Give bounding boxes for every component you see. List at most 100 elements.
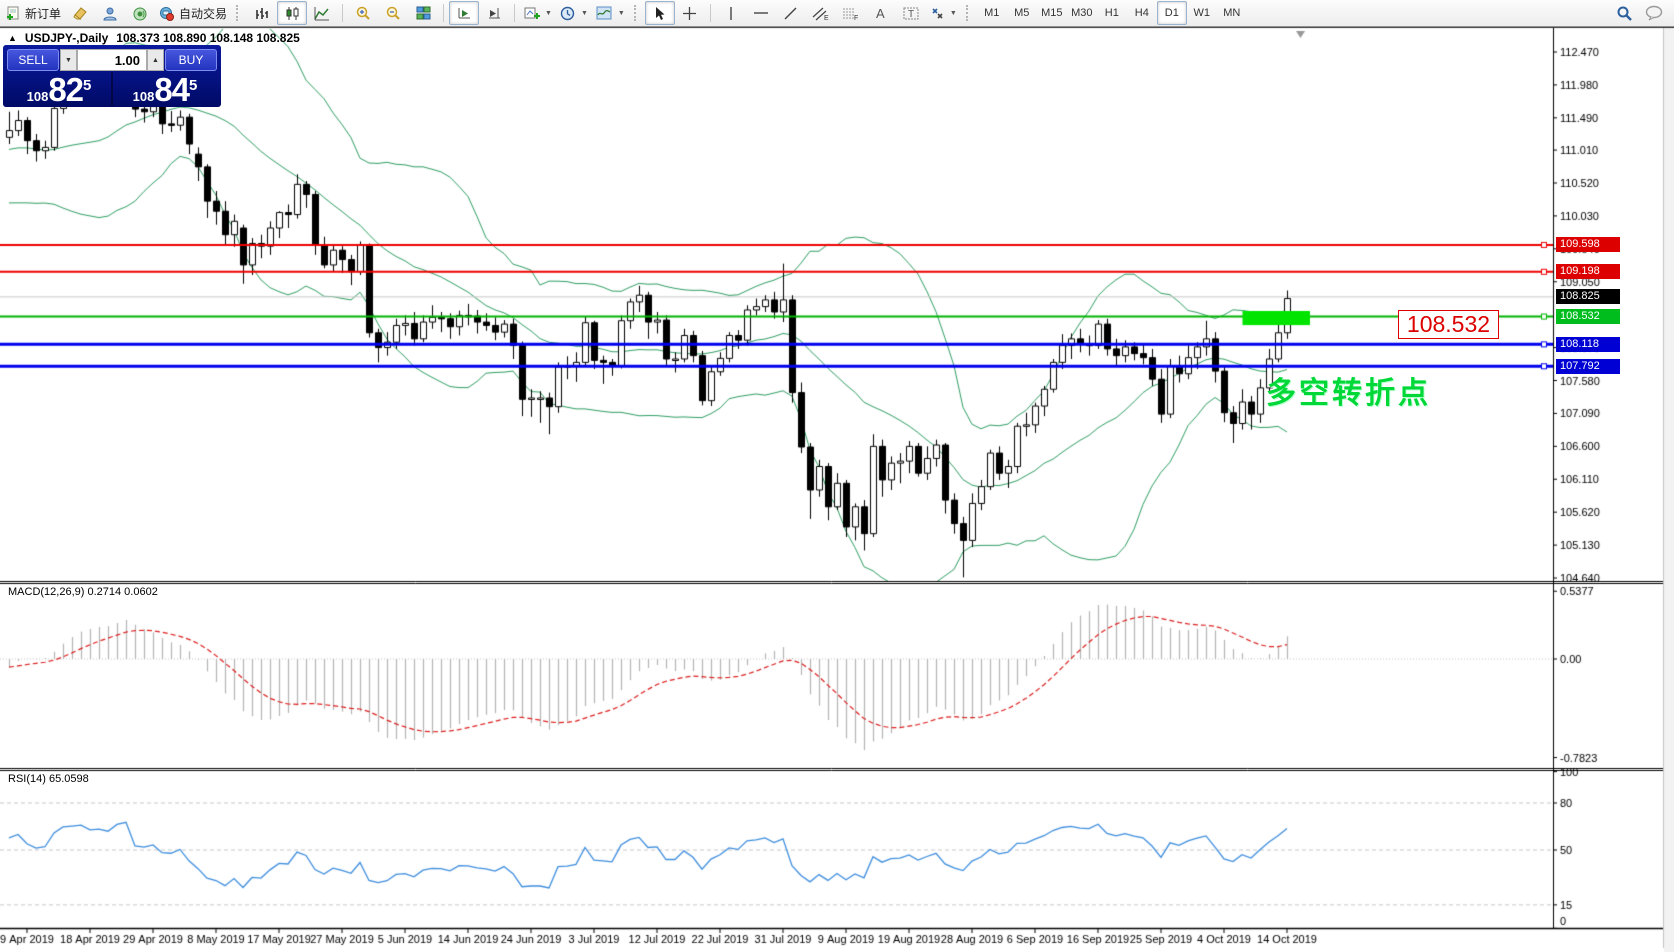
new-chart-button[interactable]: ▼ <box>520 1 556 25</box>
sell-price-big: 82 <box>48 73 83 106</box>
one-click-trading-panel: SELL ▼ 1.00 ▲ BUY 108 82 5 108 84 5 <box>3 45 221 107</box>
chevron-down-icon: ▼ <box>545 10 552 17</box>
price-chart-canvas[interactable] <box>0 0 1674 952</box>
current-price-label: 108.825 <box>1556 289 1620 304</box>
arrows-button[interactable]: ▼ <box>926 1 961 25</box>
period-clock-button[interactable]: ▼ <box>556 1 592 25</box>
chevron-down-icon: ▼ <box>581 10 588 17</box>
support-level-label[interactable]: 107.792 <box>1556 359 1620 374</box>
support-level-label[interactable]: 108.118 <box>1556 337 1620 352</box>
trendline-button[interactable] <box>776 1 806 25</box>
timeframe-m1-button[interactable]: M1 <box>977 1 1007 25</box>
crosshair-icon <box>682 6 697 21</box>
volume-decrease-button[interactable]: ▼ <box>60 49 77 71</box>
autotrade-button[interactable]: 自动交易 <box>155 1 231 25</box>
sound-button[interactable] <box>125 1 155 25</box>
svg-text:E: E <box>824 15 829 21</box>
sell-price[interactable]: 108 82 5 <box>7 72 111 106</box>
search-icon[interactable] <box>1616 5 1633 22</box>
timeframe-label: M5 <box>1014 7 1029 19</box>
chart-shift-icon <box>487 6 502 20</box>
buy-button[interactable]: BUY <box>165 49 217 71</box>
toolbar-group-objects: E F A T ▼ <box>714 0 963 26</box>
zoom-out-button[interactable] <box>378 1 408 25</box>
new-order-button[interactable]: 新订单 <box>2 1 65 25</box>
cursor-icon <box>653 6 666 21</box>
chart-shift-button[interactable] <box>479 1 509 25</box>
volume-increase-button[interactable]: ▲ <box>147 49 164 71</box>
timeframe-m15-button[interactable]: M15 <box>1037 1 1067 25</box>
timeframe-h4-button[interactable]: H4 <box>1127 1 1157 25</box>
clock-icon <box>560 6 576 21</box>
toolbar-drag-handle <box>966 5 972 21</box>
timeframe-label: W1 <box>1194 7 1211 19</box>
pivot-level-label[interactable]: 108.532 <box>1556 309 1620 324</box>
zoom-out-icon <box>385 5 401 21</box>
indicators-button[interactable]: ▼ <box>592 1 629 25</box>
eraser-button[interactable] <box>65 1 95 25</box>
timeframe-d1-button[interactable]: D1 <box>1157 1 1187 25</box>
indicators-icon <box>596 6 613 21</box>
horizontal-line-button[interactable] <box>746 1 776 25</box>
profile-icon <box>102 6 118 21</box>
toolbar-drag-handle <box>634 5 640 21</box>
equidistant-channel-icon: E <box>812 6 829 21</box>
sell-price-prefix: 108 <box>27 90 49 103</box>
buy-price[interactable]: 108 84 5 <box>113 72 217 106</box>
text-label-icon: T <box>903 6 919 21</box>
tile-windows-button[interactable] <box>408 1 438 25</box>
chevron-down-icon: ▼ <box>618 10 625 17</box>
zoom-in-button[interactable] <box>348 1 378 25</box>
sell-button[interactable]: SELL <box>7 49 59 71</box>
buy-price-prefix: 108 <box>133 90 155 103</box>
timeframe-mn-button[interactable]: MN <box>1217 1 1247 25</box>
chart-symbol-title: USDJPY-,Daily <box>25 31 108 45</box>
new-order-label: 新订单 <box>25 5 61 22</box>
timeframe-m30-button[interactable]: M30 <box>1067 1 1097 25</box>
toolbar-group-zoom <box>346 0 440 26</box>
profile-button[interactable] <box>95 1 125 25</box>
timeframe-h1-button[interactable]: H1 <box>1097 1 1127 25</box>
crosshair-button[interactable] <box>675 1 705 25</box>
line-chart-button[interactable] <box>307 1 337 25</box>
timeframe-w1-button[interactable]: W1 <box>1187 1 1217 25</box>
volume-input[interactable]: 1.00 <box>77 49 147 71</box>
svg-text:F: F <box>854 15 858 21</box>
timeframe-label: M1 <box>984 7 999 19</box>
timeframe-label: D1 <box>1165 7 1179 19</box>
new-chart-icon <box>524 6 540 21</box>
toolbar-group-timeframes: M1 M5 M15 M30 H1 H4 D1 W1 MN <box>975 0 1249 26</box>
toolbar-group-cursor <box>643 0 707 26</box>
toolbar-drag-handle <box>236 5 242 21</box>
timeframe-label: M30 <box>1071 7 1092 19</box>
fibonacci-button[interactable]: F <box>836 1 866 25</box>
vertical-line-icon <box>726 6 736 21</box>
svg-text:A: A <box>876 6 885 20</box>
text-label-button[interactable]: T <box>896 1 926 25</box>
cursor-button[interactable] <box>645 1 675 25</box>
chat-icon[interactable] <box>1645 5 1664 21</box>
equidistant-channel-button[interactable]: E <box>806 1 836 25</box>
resistance-level-label[interactable]: 109.598 <box>1556 237 1620 252</box>
text-button[interactable]: A <box>866 1 896 25</box>
toolbar-group-scroll <box>447 0 511 26</box>
svg-text:T: T <box>908 9 914 20</box>
candlestick-chart-button[interactable] <box>277 1 307 25</box>
buy-price-pip: 5 <box>189 78 197 93</box>
text-icon: A <box>874 6 887 20</box>
zoom-in-icon <box>355 5 371 21</box>
line-chart-icon <box>314 6 330 21</box>
collapse-arrow-icon[interactable]: ▲ <box>8 33 17 43</box>
turning-point-annotation[interactable]: 多空转折点 <box>1266 368 1431 412</box>
timeframe-m5-button[interactable]: M5 <box>1007 1 1037 25</box>
macd-indicator-label: MACD(12,26,9) 0.2714 0.0602 <box>8 586 158 598</box>
auto-scroll-button[interactable] <box>449 1 479 25</box>
trendline-icon <box>783 6 798 21</box>
toolbar-group-charts: ▼ ▼ ▼ <box>518 0 631 26</box>
price-callout-box[interactable]: 108.532 <box>1398 310 1499 339</box>
new-order-icon <box>6 6 21 21</box>
bar-chart-button[interactable] <box>247 1 277 25</box>
vertical-line-button[interactable] <box>716 1 746 25</box>
resistance-level-label[interactable]: 109.198 <box>1556 264 1620 279</box>
main-toolbar: 新订单 自动交易 <box>0 0 1674 27</box>
